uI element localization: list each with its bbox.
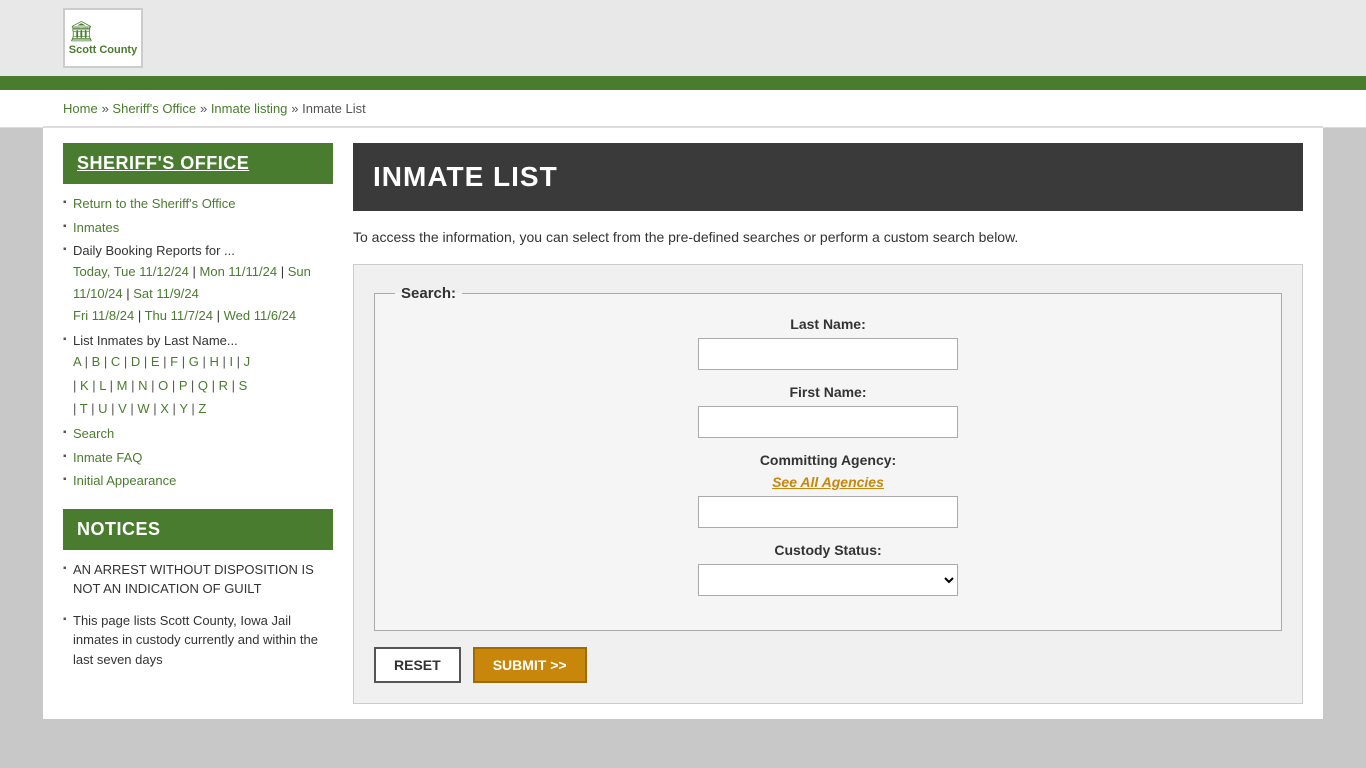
button-row: RESET SUBMIT >> xyxy=(374,647,1282,683)
notice-item-1: AN ARREST WITHOUT DISPOSITION IS NOT AN … xyxy=(63,558,333,601)
alpha-r[interactable]: R xyxy=(219,378,228,393)
first-name-label: First Name: xyxy=(395,384,1261,400)
sidebar-item-faq[interactable]: Inmate FAQ xyxy=(63,446,333,470)
alpha-g[interactable]: G xyxy=(189,354,199,369)
first-name-input[interactable] xyxy=(698,406,958,438)
alpha-z[interactable]: Z xyxy=(198,401,206,416)
custody-status-label: Custody Status: xyxy=(395,542,1261,558)
today-link[interactable]: Today, Tue 11/12/24 xyxy=(73,264,189,279)
sheriff-section-link[interactable]: SHERIFF'S OFFICE xyxy=(77,153,249,173)
date-links: Today, Tue 11/12/24 | Mon 11/11/24 | Sun… xyxy=(73,261,333,327)
sidebar-list: Return to the Sheriff's Office Inmates D… xyxy=(63,192,333,493)
notices-list: AN ARREST WITHOUT DISPOSITION IS NOT AN … xyxy=(63,558,333,672)
sidebar-item-list-by-name: List Inmates by Last Name... A | B | C |… xyxy=(63,329,333,423)
green-divider xyxy=(0,82,1366,90)
alpha-h[interactable]: H xyxy=(209,354,218,369)
reset-button[interactable]: RESET xyxy=(374,647,461,683)
search-legend: Search: xyxy=(395,285,462,302)
breadcrumb-sheriff[interactable]: Sheriff's Office xyxy=(112,101,196,116)
alpha-v[interactable]: V xyxy=(118,401,127,416)
sidebar-item-daily-booking: Daily Booking Reports for ... Today, Tue… xyxy=(63,239,333,329)
alpha-c[interactable]: C xyxy=(111,354,120,369)
alpha-p[interactable]: P xyxy=(179,378,187,393)
breadcrumb-home[interactable]: Home xyxy=(63,101,98,116)
alpha-d[interactable]: D xyxy=(131,354,140,369)
logo[interactable]: 🏛 Scott County xyxy=(63,8,143,68)
sidebar-section-notices: NOTICES xyxy=(63,509,333,550)
notice-item-2: This page lists Scott County, Iowa Jail … xyxy=(63,609,333,672)
alpha-b[interactable]: B xyxy=(92,354,101,369)
wed-link[interactable]: Wed 11/6/24 xyxy=(224,308,297,323)
first-name-row: First Name: xyxy=(395,384,1261,438)
logo-text: Scott County xyxy=(69,44,137,57)
sidebar-section-sheriff: SHERIFF'S OFFICE xyxy=(63,143,333,184)
sidebar-item-inmates[interactable]: Inmates xyxy=(63,216,333,240)
breadcrumb-current: Inmate List xyxy=(302,101,366,116)
alpha-i[interactable]: I xyxy=(229,354,233,369)
page-title-bar: INMATE LIST xyxy=(353,143,1303,211)
notices-section: NOTICES AN ARREST WITHOUT DISPOSITION IS… xyxy=(63,509,333,672)
alpha-o[interactable]: O xyxy=(158,378,168,393)
alpha-l[interactable]: L xyxy=(99,378,106,393)
alpha-n[interactable]: N xyxy=(138,378,147,393)
see-all-agencies-link[interactable]: See All Agencies xyxy=(395,474,1261,490)
breadcrumb: Home » Sheriff's Office » Inmate listing… xyxy=(43,90,1323,127)
alpha-links: A | B | C | D | E | F | G | H | I | J | … xyxy=(73,350,333,420)
sidebar-item-search[interactable]: Search xyxy=(63,422,333,446)
main-content: INMATE LIST To access the information, y… xyxy=(353,143,1303,704)
alpha-e[interactable]: E xyxy=(151,354,160,369)
fri-link[interactable]: Fri 11/8/24 xyxy=(73,308,134,323)
search-container: Search: Last Name: First Name: Committin… xyxy=(353,264,1303,704)
sidebar: SHERIFF'S OFFICE Return to the Sheriff's… xyxy=(63,143,333,704)
alpha-a[interactable]: A xyxy=(73,354,81,369)
last-name-input[interactable] xyxy=(698,338,958,370)
last-name-row: Last Name: xyxy=(395,316,1261,370)
search-fieldset: Search: Last Name: First Name: Committin… xyxy=(374,285,1282,631)
alpha-w[interactable]: W xyxy=(137,401,149,416)
agency-row: Committing Agency: See All Agencies xyxy=(395,452,1261,528)
submit-button[interactable]: SUBMIT >> xyxy=(473,647,587,683)
logo-icon: 🏛 xyxy=(69,19,137,44)
custody-status-select[interactable] xyxy=(698,564,958,596)
alpha-u[interactable]: U xyxy=(98,401,107,416)
thu-link[interactable]: Thu 11/7/24 xyxy=(145,308,213,323)
page-title: INMATE LIST xyxy=(373,161,1283,193)
alpha-t[interactable]: T xyxy=(80,401,88,416)
alpha-s[interactable]: S xyxy=(239,378,248,393)
sidebar-item-return[interactable]: Return to the Sheriff's Office xyxy=(63,192,333,216)
last-name-label: Last Name: xyxy=(395,316,1261,332)
alpha-j[interactable]: J xyxy=(244,354,251,369)
sidebar-item-initial-appearance[interactable]: Initial Appearance xyxy=(63,469,333,493)
alpha-k[interactable]: K xyxy=(80,378,89,393)
alpha-y[interactable]: Y xyxy=(179,401,187,416)
custody-status-row: Custody Status: xyxy=(395,542,1261,596)
intro-text: To access the information, you can selec… xyxy=(353,227,1303,248)
sat-link[interactable]: Sat 11/9/24 xyxy=(133,286,199,301)
alpha-f[interactable]: F xyxy=(170,354,178,369)
mon-link[interactable]: Mon 11/11/24 xyxy=(200,264,278,279)
committing-agency-label: Committing Agency: xyxy=(395,452,1261,468)
alpha-q[interactable]: Q xyxy=(198,378,208,393)
alpha-m[interactable]: M xyxy=(117,378,128,393)
agency-input[interactable] xyxy=(698,496,958,528)
breadcrumb-inmate-listing[interactable]: Inmate listing xyxy=(211,101,288,116)
alpha-x[interactable]: X xyxy=(160,401,169,416)
